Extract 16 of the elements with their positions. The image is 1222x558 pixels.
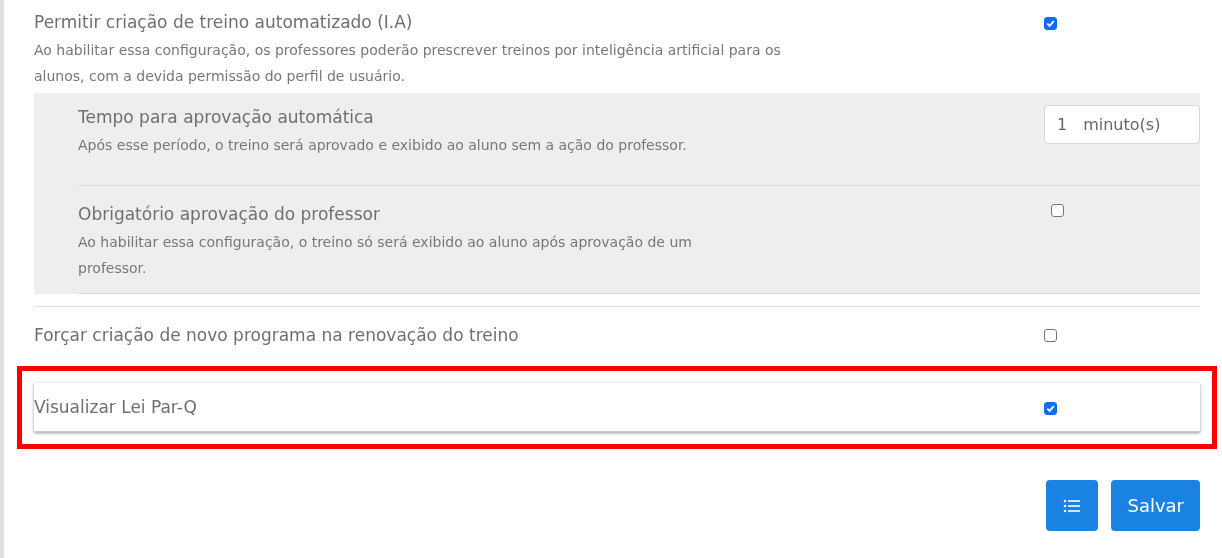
setting-description: Ao habilitar essa configuração, o treino só será exibido ao aluno após aprovação de um professor. [78, 233, 693, 278]
save-button[interactable]: Salvar [1111, 480, 1200, 531]
setting-title: Obrigatório aprovação do professor [78, 203, 381, 226]
setting-title: Tempo para aprovação automática [78, 106, 375, 129]
checkbox[interactable] [1044, 402, 1057, 415]
checkbox[interactable] [1044, 17, 1057, 30]
list-icon [1063, 498, 1082, 513]
checkbox[interactable] [1051, 204, 1064, 217]
setting-title: Permitir criação de treino automatizado (I.A) [34, 11, 414, 34]
list-button[interactable] [1046, 480, 1099, 531]
setting-description: Após esse período, o treino será aprovado e exibido ao aluno sem a ação do professor. [78, 136, 688, 155]
checkbox[interactable] [1044, 329, 1057, 342]
setting-description: Ao habilitar essa configuração, os professores poderão prescrever treinos por inteligência artificial para os alunos, com a devida permissão do perfil de usuário. [34, 41, 782, 86]
setting-title: Forçar criação de novo programa na renovação do treino [34, 324, 520, 347]
setting-title: Visualizar Lei Par-Q [34, 396, 198, 419]
minutes-field[interactable]: 1 minuto(s) [1044, 105, 1200, 144]
